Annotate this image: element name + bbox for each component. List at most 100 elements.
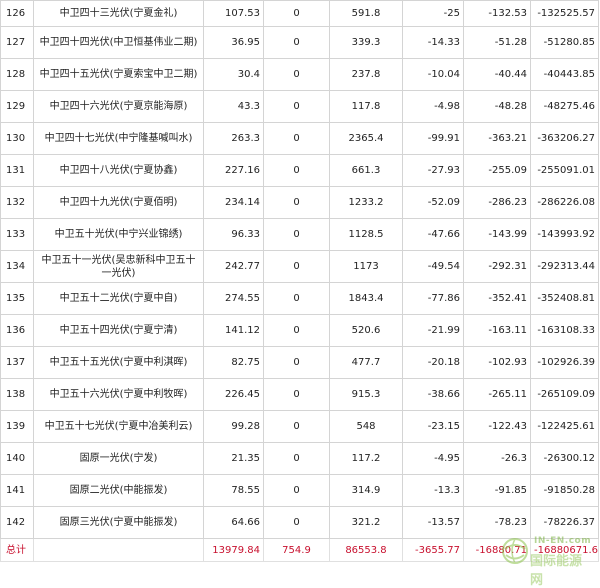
deduction-1-cell: -4.95	[403, 443, 464, 475]
row-id: 128	[1, 59, 34, 91]
deduction-2-cell: -143.99	[464, 219, 531, 251]
zero-cell: 0	[264, 187, 330, 219]
value-cell: 1233.2	[330, 187, 403, 219]
table-row: 138中卫五十六光伏(宁夏中利牧晖)226.450915.3-38.66-265…	[1, 379, 599, 411]
row-id: 137	[1, 347, 34, 379]
total-empty	[34, 539, 204, 562]
zero-cell: 0	[264, 27, 330, 59]
total-row: 总计13979.84754.986553.8-3655.77-16880.71-…	[1, 539, 599, 562]
row-id: 142	[1, 507, 34, 539]
row-id: 134	[1, 251, 34, 283]
value-cell: 2365.4	[330, 123, 403, 155]
zero-cell: 0	[264, 347, 330, 379]
capacity-cell: 234.14	[204, 187, 264, 219]
deduction-1-cell: -99.91	[403, 123, 464, 155]
zero-cell: 0	[264, 123, 330, 155]
capacity-cell: 107.53	[204, 1, 264, 27]
capacity-cell: 96.33	[204, 219, 264, 251]
deduction-3-cell: -122425.61	[531, 411, 599, 443]
value-cell: 237.8	[330, 59, 403, 91]
deduction-3-cell: -51280.85	[531, 27, 599, 59]
plant-name: 固原一光伏(宁发)	[34, 443, 204, 475]
table-row: 142固原三光伏(宁夏中能振发)64.660321.2-13.57-78.23-…	[1, 507, 599, 539]
capacity-cell: 263.3	[204, 123, 264, 155]
table-row: 139中卫五十七光伏(宁夏中冶美利云)99.280548-23.15-122.4…	[1, 411, 599, 443]
deduction-3-cell: -48275.46	[531, 91, 599, 123]
plant-name: 中卫五十六光伏(宁夏中利牧晖)	[34, 379, 204, 411]
zero-cell: 0	[264, 379, 330, 411]
row-id: 126	[1, 1, 34, 27]
deduction-1-cell: -77.86	[403, 283, 464, 315]
table-row: 135中卫五十二光伏(宁夏中自)274.5501843.4-77.86-352.…	[1, 283, 599, 315]
capacity-cell: 226.45	[204, 379, 264, 411]
plant-name: 固原三光伏(宁夏中能振发)	[34, 507, 204, 539]
row-id: 132	[1, 187, 34, 219]
zero-cell: 0	[264, 1, 330, 27]
deduction-3-cell: -78226.37	[531, 507, 599, 539]
zero-cell: 0	[264, 283, 330, 315]
capacity-cell: 242.77	[204, 251, 264, 283]
deduction-2-cell: -265.11	[464, 379, 531, 411]
row-id: 135	[1, 283, 34, 315]
zero-cell: 0	[264, 155, 330, 187]
table-row: 134中卫五十一光伏(吴忠新科中卫五十一光伏)242.7701173-49.54…	[1, 251, 599, 283]
row-id: 140	[1, 443, 34, 475]
row-id: 133	[1, 219, 34, 251]
capacity-cell: 141.12	[204, 315, 264, 347]
deduction-1-cell: -47.66	[403, 219, 464, 251]
deduction-1-cell: -25	[403, 1, 464, 27]
deduction-2-cell: -286.23	[464, 187, 531, 219]
deduction-3-cell: -91850.28	[531, 475, 599, 507]
capacity-cell: 36.95	[204, 27, 264, 59]
deduction-3-cell: -292313.44	[531, 251, 599, 283]
plant-name: 中卫五十二光伏(宁夏中自)	[34, 283, 204, 315]
table-row: 133中卫五十光伏(中宁兴业锦绣)96.3301128.5-47.66-143.…	[1, 219, 599, 251]
deduction-3-cell: -102926.39	[531, 347, 599, 379]
capacity-cell: 21.35	[204, 443, 264, 475]
table-row: 129中卫四十六光伏(宁夏京能海原)43.30117.8-4.98-48.28-…	[1, 91, 599, 123]
deduction-2-cell: -352.41	[464, 283, 531, 315]
capacity-cell: 82.75	[204, 347, 264, 379]
deduction-3-cell: -363206.27	[531, 123, 599, 155]
deduction-3-cell: -286226.08	[531, 187, 599, 219]
zero-cell: 0	[264, 91, 330, 123]
value-cell: 117.2	[330, 443, 403, 475]
plant-name: 中卫五十四光伏(宁夏宁清)	[34, 315, 204, 347]
table-row: 136中卫五十四光伏(宁夏宁清)141.120520.6-21.99-163.1…	[1, 315, 599, 347]
plant-name: 固原二光伏(中能振发)	[34, 475, 204, 507]
deduction-1-cell: -27.93	[403, 155, 464, 187]
deduction-3-cell: -143993.92	[531, 219, 599, 251]
plant-name: 中卫四十四光伏(中卫恒基伟业二期)	[34, 27, 204, 59]
table-row: 130中卫四十七光伏(中宁隆基喊叫水)263.302365.4-99.91-36…	[1, 123, 599, 155]
row-id: 129	[1, 91, 34, 123]
zero-cell: 0	[264, 59, 330, 91]
table-row: 127中卫四十四光伏(中卫恒基伟业二期)36.950339.3-14.33-51…	[1, 27, 599, 59]
deduction-1-cell: -21.99	[403, 315, 464, 347]
plant-name: 中卫四十五光伏(宁夏索宝中卫二期)	[34, 59, 204, 91]
zero-cell: 0	[264, 251, 330, 283]
deduction-1-cell: -52.09	[403, 187, 464, 219]
value-cell: 1843.4	[330, 283, 403, 315]
value-cell: 915.3	[330, 379, 403, 411]
plant-name: 中卫四十八光伏(宁夏协鑫)	[34, 155, 204, 187]
value-cell: 548	[330, 411, 403, 443]
total-deduction-1: -3655.77	[403, 539, 464, 562]
total-capacity: 13979.84	[204, 539, 264, 562]
total-deduction-3: -16880671.6	[531, 539, 599, 562]
deduction-1-cell: -49.54	[403, 251, 464, 283]
value-cell: 591.8	[330, 1, 403, 27]
deduction-2-cell: -163.11	[464, 315, 531, 347]
capacity-cell: 78.55	[204, 475, 264, 507]
value-cell: 477.7	[330, 347, 403, 379]
row-id: 141	[1, 475, 34, 507]
deduction-2-cell: -26.3	[464, 443, 531, 475]
zero-cell: 0	[264, 315, 330, 347]
plant-name: 中卫五十一光伏(吴忠新科中卫五十一光伏)	[34, 251, 204, 283]
capacity-cell: 43.3	[204, 91, 264, 123]
value-cell: 339.3	[330, 27, 403, 59]
value-cell: 520.6	[330, 315, 403, 347]
table-row: 132中卫四十九光伏(宁夏佰明)234.1401233.2-52.09-286.…	[1, 187, 599, 219]
total-label: 总计	[1, 539, 34, 562]
deduction-2-cell: -40.44	[464, 59, 531, 91]
deduction-3-cell: -163108.33	[531, 315, 599, 347]
